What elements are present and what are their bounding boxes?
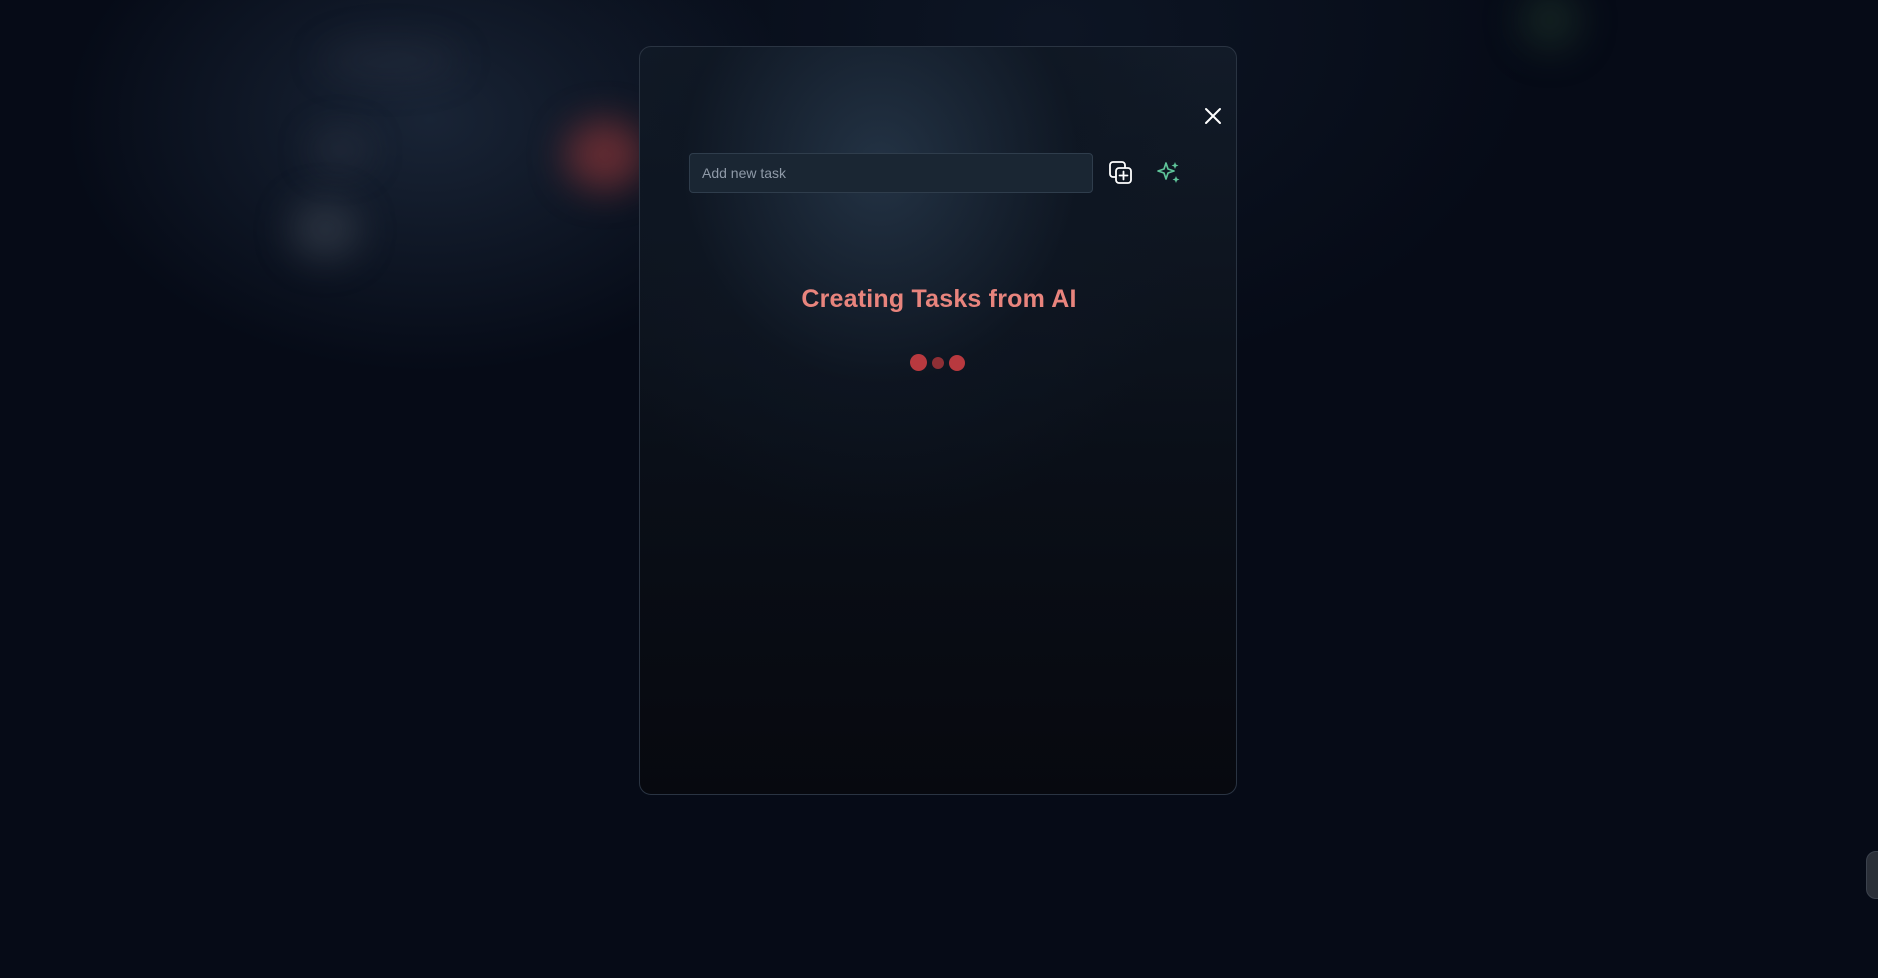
sparkles-icon xyxy=(1157,162,1180,183)
blurred-avatar-shape xyxy=(290,200,360,260)
blurred-header-shape xyxy=(320,40,460,80)
loading-dot xyxy=(932,357,944,369)
ai-generate-button[interactable] xyxy=(1153,157,1185,189)
close-icon xyxy=(1205,108,1221,124)
close-button[interactable] xyxy=(1199,102,1227,130)
loading-dot xyxy=(949,355,965,371)
loading-dots xyxy=(910,351,970,373)
blurred-badge-shape xyxy=(565,120,645,190)
blurred-status-shape xyxy=(1520,0,1580,50)
duplicate-add-button[interactable] xyxy=(1105,157,1137,189)
loading-dot xyxy=(910,354,927,371)
add-task-input[interactable] xyxy=(689,153,1093,193)
side-drawer-tab[interactable] xyxy=(1866,851,1878,899)
blurred-nav-shape xyxy=(310,130,370,170)
add-task-modal: Creating Tasks from AI xyxy=(639,46,1237,795)
copy-add-icon xyxy=(1109,161,1132,184)
status-title: Creating Tasks from AI xyxy=(801,285,1077,313)
